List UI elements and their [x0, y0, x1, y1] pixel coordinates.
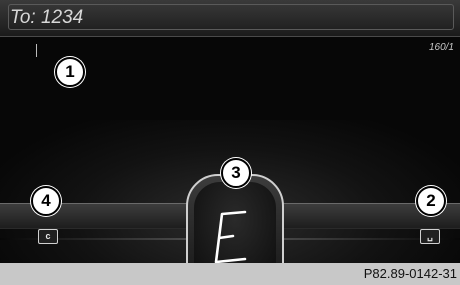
display-screen: To: 1234 160/1 c ␣ 1 3 4 2: [0, 0, 460, 263]
callout-4: 4: [31, 186, 61, 216]
text-cursor: [36, 44, 37, 57]
callout-1: 1: [55, 57, 85, 87]
handwritten-letter-e: [214, 210, 247, 263]
recipient-header[interactable]: To: 1234: [0, 0, 460, 37]
recipient-label: To: 1234: [10, 7, 84, 28]
figure-caption: P82.89-0142-31: [363, 266, 457, 281]
character-counter: 160/1: [428, 42, 454, 53]
callout-3: 3: [221, 158, 251, 188]
clear-key[interactable]: c: [38, 229, 58, 244]
space-key[interactable]: ␣: [420, 229, 440, 244]
callout-2: 2: [416, 186, 446, 216]
